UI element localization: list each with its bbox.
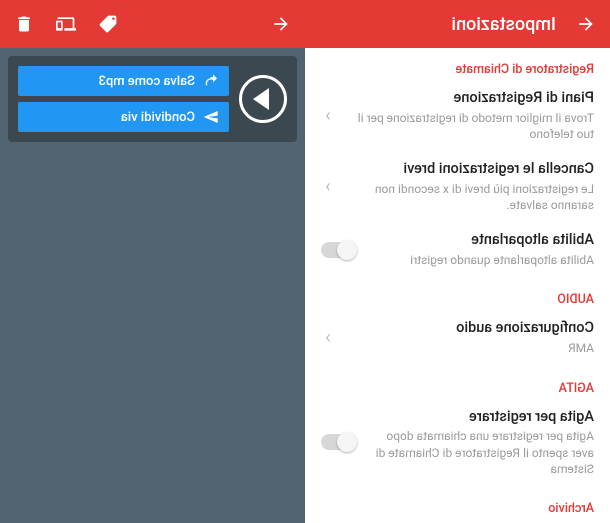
setting-title: Configurazione audio bbox=[347, 319, 594, 338]
devices-icon[interactable] bbox=[54, 12, 78, 36]
setting-delete-short[interactable]: Cancella le registrazioni brevi Le regis… bbox=[305, 152, 610, 223]
setting-title: Abilita altoparlante bbox=[367, 231, 594, 250]
setting-sub: Agita per registrare una chiamata dopo a… bbox=[367, 428, 594, 477]
settings-screen: Impostazioni Registratore di Chiamate Pi… bbox=[305, 0, 610, 523]
selection-body: Salva come mp3 Condividi via bbox=[0, 48, 305, 523]
setting-title: Piani di Registrazione bbox=[347, 89, 594, 108]
setting-recording-plans[interactable]: Piani di Registrazione Trova il miglior … bbox=[305, 81, 610, 152]
section-header-audio: AUDIO bbox=[305, 278, 610, 311]
tag-icon[interactable] bbox=[96, 12, 120, 36]
chevron-right-icon: › bbox=[321, 176, 335, 197]
play-icon bbox=[253, 88, 269, 110]
toggle-switch[interactable] bbox=[321, 434, 355, 450]
setting-title: Cancella le registrazioni brevi bbox=[347, 160, 594, 179]
setting-sub: Abilita altoparlante quando registri bbox=[367, 252, 594, 268]
back-icon[interactable] bbox=[269, 12, 293, 36]
toggle-switch[interactable] bbox=[321, 242, 355, 258]
selection-screen: Salva come mp3 Condividi via bbox=[0, 0, 305, 523]
section-header-recorder: Registratore di Chiamate bbox=[305, 48, 610, 81]
setting-shake-record[interactable]: Agita per registrare Agita per registrar… bbox=[305, 400, 610, 487]
setting-sub: Trova il miglior metodo di registrazione… bbox=[347, 110, 594, 142]
chevron-right-icon: › bbox=[321, 105, 335, 126]
setting-title: Agita per registrare bbox=[367, 408, 594, 427]
save-mp3-button[interactable]: Salva come mp3 bbox=[18, 66, 229, 96]
chevron-right-icon: › bbox=[321, 327, 335, 348]
setting-audio-config[interactable]: Configurazione audio AMR › bbox=[305, 311, 610, 366]
settings-appbar: Impostazioni bbox=[305, 0, 610, 48]
setting-sub: Le registrazioni più brevi di x secondi … bbox=[347, 181, 594, 213]
settings-list: Registratore di Chiamate Piani di Regist… bbox=[305, 48, 610, 523]
delete-icon[interactable] bbox=[12, 12, 36, 36]
share-button[interactable]: Condividi via bbox=[18, 102, 229, 132]
selection-appbar bbox=[0, 0, 305, 48]
section-header-shake: AGITA bbox=[305, 367, 610, 400]
recording-action-card: Salva come mp3 Condividi via bbox=[8, 56, 297, 142]
button-label: Salva come mp3 bbox=[99, 74, 195, 89]
play-button[interactable] bbox=[239, 75, 287, 123]
setting-sub: AMR bbox=[347, 340, 594, 356]
back-icon[interactable] bbox=[574, 12, 598, 36]
setting-enable-speaker[interactable]: Abilita altoparlante Abilita altoparlant… bbox=[305, 223, 610, 278]
section-header-archive: Archivio bbox=[305, 487, 610, 520]
button-label: Condividi via bbox=[121, 110, 195, 125]
send-icon bbox=[203, 109, 219, 125]
settings-title: Impostazioni bbox=[451, 14, 556, 35]
undo-icon bbox=[203, 73, 219, 89]
